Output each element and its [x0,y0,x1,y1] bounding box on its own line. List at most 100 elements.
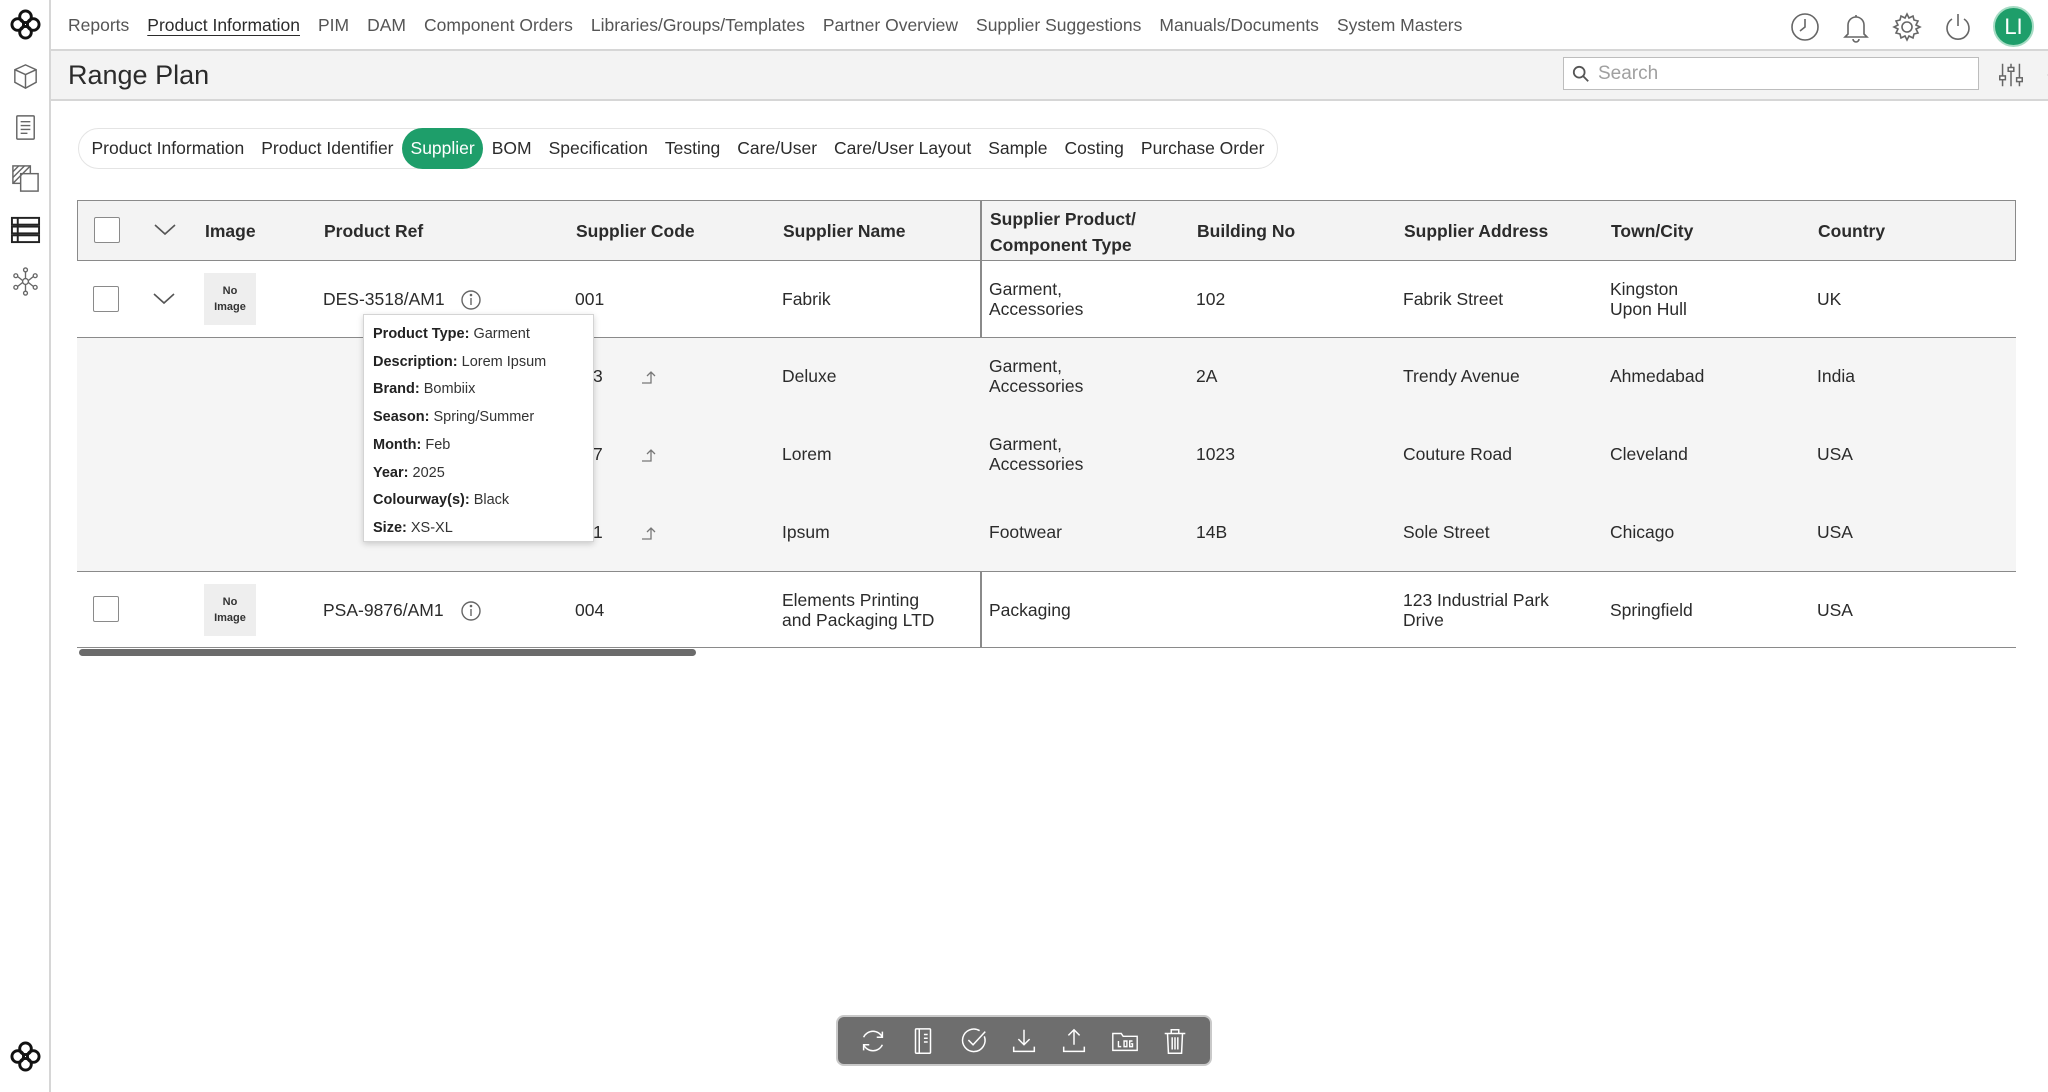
tooltip-line: Product Type: Garment [373,321,584,349]
no-image-placeholder: No Image [204,273,256,325]
logo-icon[interactable] [10,9,41,40]
clock-icon[interactable] [1788,10,1822,44]
tooltip-line: Season: Spring/Summer [373,404,584,432]
nav-dam[interactable]: DAM [367,15,406,36]
product-info-tooltip: Product Type: Garment Description: Lorem… [363,314,594,542]
no-image-line2: Image [214,301,246,313]
document-list-icon[interactable] [10,112,41,143]
country: India [1817,366,1855,386]
tooltip-label: Season: [373,409,430,426]
supplier-type-line2: Accessories [989,376,1084,396]
download-icon[interactable] [1007,1024,1041,1058]
tab-supplier[interactable]: Supplier [402,128,484,169]
tab-bom[interactable]: BOM [483,128,540,169]
power-icon[interactable] [1941,10,1975,44]
refresh-icon[interactable] [856,1024,890,1058]
check-circle-icon[interactable] [957,1024,991,1058]
chevron-down-icon[interactable] [151,286,177,312]
chevron-down-icon[interactable] [152,217,178,243]
main-menu: Reports Product Information PIM DAM Comp… [68,0,1480,51]
avatar[interactable]: LI [1993,6,2034,47]
return-arrow-icon[interactable] [638,444,660,466]
return-arrow-icon[interactable] [638,366,660,388]
col-country[interactable]: Country [1818,221,1885,242]
return-arrow-icon[interactable] [638,522,660,544]
tab-costing[interactable]: Costing [1056,128,1132,169]
sliders-icon[interactable] [1994,58,2028,92]
search-box[interactable] [1563,57,1979,90]
col-product-ref[interactable]: Product Ref [324,221,423,242]
select-all-checkbox[interactable] [94,217,120,243]
tab-specification[interactable]: Specification [540,128,656,169]
supplier-type: Footwear [989,522,1062,542]
search-input[interactable] [1598,62,1958,85]
col-supplier-type[interactable]: Supplier Product/Component Type [990,206,1160,258]
supplier-type-line1: Garment, [989,279,1062,299]
nav-system-masters[interactable]: System Masters [1337,15,1462,36]
tooltip-line: Year: 2025 [373,460,584,488]
nav-partner-overview[interactable]: Partner Overview [823,15,958,36]
row-checkbox[interactable] [93,596,119,622]
tab-product-information[interactable]: Product Information [83,128,253,169]
layers-icon[interactable] [10,163,41,194]
info-icon[interactable] [460,289,482,311]
nav-product-information[interactable]: Product Information [147,15,300,36]
nav-reports[interactable]: Reports [68,15,129,36]
supplier-name: Lorem [782,444,832,464]
notebook-icon[interactable] [906,1024,940,1058]
network-icon[interactable] [10,266,41,297]
settings-badge-icon[interactable] [2044,58,2048,92]
town-city: Kingston Upon Hull [1610,279,1687,319]
supplier-address: Fabrik Street [1403,289,1504,309]
search-icon [1572,65,1589,82]
nav-manuals-documents[interactable]: Manuals/Documents [1159,15,1319,36]
col-supplier-code[interactable]: Supplier Code [576,221,695,242]
tooltip-label: Size: [373,519,407,536]
nav-pim[interactable]: PIM [318,15,349,36]
col-supplier-address[interactable]: Supplier Address [1404,221,1548,242]
supplier-code: 004 [575,600,605,620]
trash-icon[interactable] [1158,1024,1192,1058]
info-icon[interactable] [460,600,482,622]
bell-icon[interactable] [1839,10,1873,44]
building-no: 1023 [1196,444,1235,464]
top-actions: LI [1771,6,2034,47]
gear-icon[interactable] [1890,10,1924,44]
supplier-address: Trendy Avenue [1403,366,1520,386]
supplier-type-line2: Accessories [989,299,1084,319]
row-checkbox[interactable] [93,286,119,312]
supplier-type-line1: Garment, [989,356,1062,376]
tab-purchase-order[interactable]: Purchase Order [1132,128,1273,169]
supplier-code: 7 [593,444,603,464]
supplier-name: Elements Printing and Packaging LTD [782,590,934,630]
tab-testing[interactable]: Testing [656,128,728,169]
tooltip-label: Brand: [373,381,420,398]
tab-care-user-layout[interactable]: Care/User Layout [826,128,980,169]
supplier-type: Garment, Accessories [989,434,1083,474]
table-row[interactable]: No Image PSA-9876/AM1 004 Elements Printi… [77,572,2016,648]
tooltip-value: Bombiix [423,381,476,398]
supplier-type: Packaging [989,600,1071,620]
logo-icon[interactable] [10,1041,41,1072]
tooltip-label: Description: [373,353,458,370]
country: USA [1817,522,1853,542]
supplier-address: Couture Road [1403,444,1512,464]
building-no: 2A [1196,366,1218,386]
list-view-icon[interactable] [10,214,41,245]
tab-care-user[interactable]: Care/User [729,128,826,169]
nav-libraries[interactable]: Libraries/Groups/Templates [591,15,805,36]
col-supplier-name[interactable]: Supplier Name [783,221,906,242]
tooltip-value: 2025 [412,464,445,481]
cube-icon[interactable] [10,61,41,92]
upload-icon[interactable] [1057,1024,1091,1058]
tab-sample[interactable]: Sample [980,128,1056,169]
col-building-no[interactable]: Building No [1197,221,1295,242]
nav-supplier-suggestions[interactable]: Supplier Suggestions [976,15,1141,36]
supplier-type: Garment, Accessories [989,356,1083,396]
col-town-city[interactable]: Town/City [1611,221,1693,242]
nav-component-orders[interactable]: Component Orders [424,15,573,36]
bottom-toolbar [836,1015,1212,1066]
tab-product-identifier[interactable]: Product Identifier [253,128,402,169]
horizontal-scrollbar[interactable] [79,649,696,656]
log-folder-icon[interactable] [1108,1024,1142,1058]
